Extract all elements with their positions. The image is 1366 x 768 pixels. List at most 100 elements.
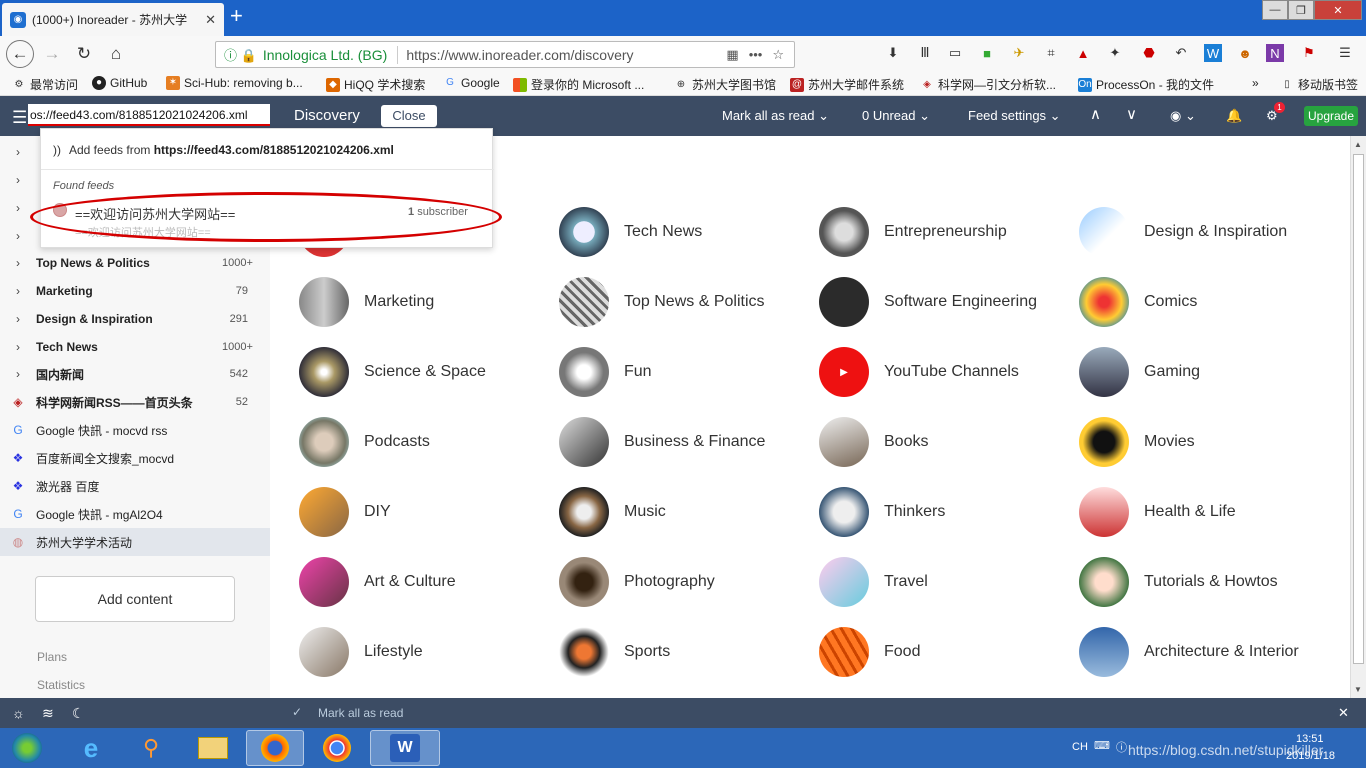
undo-icon[interactable]: ↶ bbox=[1172, 44, 1190, 62]
close-button[interactable]: Close bbox=[381, 105, 437, 127]
category-sports[interactable]: Sports bbox=[559, 627, 670, 677]
taskbar-explorer[interactable] bbox=[184, 730, 242, 766]
layout-icon[interactable]: ≋ bbox=[42, 705, 54, 722]
previous-article-icon[interactable]: ∧ bbox=[1090, 105, 1101, 123]
category-books[interactable]: Books bbox=[819, 417, 928, 467]
download-icon[interactable]: ⬇ bbox=[884, 44, 902, 62]
sidebar-item-google-mgal2o4[interactable]: G Google 快訊 - mgAl2O4 bbox=[0, 500, 270, 528]
category-entrepreneurship[interactable]: Entrepreneurship bbox=[819, 207, 1007, 257]
word-extension-icon[interactable]: W bbox=[1204, 44, 1222, 62]
scrollbar-thumb[interactable] bbox=[1353, 154, 1364, 664]
taskbar-chrome[interactable] bbox=[308, 730, 366, 766]
category-photography[interactable]: Photography bbox=[559, 557, 715, 607]
sidebar-item-baidu-mocvd[interactable]: ❖ 百度新闻全文搜索_mocvd bbox=[0, 444, 270, 472]
url-text[interactable]: https://www.inoreader.com/discovery bbox=[406, 47, 726, 63]
crop-icon[interactable]: ⌗ bbox=[1042, 44, 1060, 62]
keyboard-icon[interactable]: ⌨ bbox=[1094, 739, 1110, 752]
menu-icon[interactable]: ☰ bbox=[1336, 44, 1354, 62]
plans-link[interactable]: Plans bbox=[37, 650, 67, 664]
category-science-space[interactable]: Science & Space bbox=[299, 347, 486, 397]
taskbar-word[interactable]: W bbox=[370, 730, 440, 766]
taskbar-search[interactable]: ⚲ bbox=[122, 730, 180, 766]
onenote-icon[interactable]: N bbox=[1266, 44, 1284, 62]
bookmark-hiqq[interactable]: ◆ HiQQ 学术搜索 bbox=[326, 76, 425, 93]
notifications-bell-icon[interactable]: 🔔 bbox=[1226, 108, 1242, 124]
bookmarks-overflow[interactable]: » bbox=[1252, 76, 1259, 90]
scroll-down-arrow-icon[interactable]: ▼ bbox=[1354, 685, 1362, 694]
category-business[interactable]: Business & Finance bbox=[559, 417, 765, 467]
category-top-news[interactable]: Top News & Politics bbox=[559, 277, 765, 327]
next-article-icon[interactable]: ∨ bbox=[1126, 105, 1137, 123]
library-icon[interactable]: Ⅲ bbox=[916, 44, 934, 62]
bookmark-processon[interactable]: On ProcessOn - 我的文件 bbox=[1078, 76, 1214, 93]
category-comics[interactable]: Comics bbox=[1079, 277, 1197, 327]
unread-dropdown[interactable]: 0 Unread ⌄ bbox=[862, 108, 930, 124]
mark-all-read-dropdown[interactable]: Mark all as read ⌄ bbox=[722, 108, 829, 124]
bookmark-github[interactable]: ● GitHub bbox=[92, 76, 147, 90]
clock-date[interactable]: 2019/1/18 bbox=[1286, 750, 1335, 762]
new-tab-button[interactable]: + bbox=[230, 5, 243, 27]
extension-green-icon[interactable]: ■ bbox=[978, 44, 996, 62]
category-travel[interactable]: Travel bbox=[819, 557, 928, 607]
sidebar-item-sciencenet[interactable]: ◈ 科学网新闻RSS——首页头条 52 bbox=[0, 388, 270, 416]
bookmark-microsoft[interactable]: 登录你的 Microsoft ... bbox=[513, 76, 644, 93]
category-gaming[interactable]: Gaming bbox=[1079, 347, 1200, 397]
pdf-icon[interactable]: ▲ bbox=[1074, 44, 1092, 62]
feed-settings-dropdown[interactable]: Feed settings ⌄ bbox=[968, 108, 1061, 124]
sidebar-item-marketing[interactable]: › Marketing 79 bbox=[0, 277, 270, 305]
evernote-icon[interactable]: ✦ bbox=[1106, 44, 1124, 62]
category-podcasts[interactable]: Podcasts bbox=[299, 417, 430, 467]
bookmark-google[interactable]: G Google bbox=[443, 76, 500, 90]
maximize-button[interactable]: ❐ bbox=[1288, 0, 1314, 20]
sidebar-item-tech-news[interactable]: › Tech News 1000+ bbox=[0, 333, 270, 361]
reload-button[interactable]: ↻ bbox=[70, 40, 98, 68]
category-food[interactable]: Food bbox=[819, 627, 920, 677]
category-lifestyle[interactable]: Lifestyle bbox=[299, 627, 423, 677]
help-icon[interactable]: ⓘ bbox=[1116, 739, 1127, 755]
scroll-up-arrow-icon[interactable]: ▲ bbox=[1354, 140, 1362, 149]
footer-close-icon[interactable]: ✕ bbox=[1338, 705, 1349, 721]
back-button[interactable]: ← bbox=[6, 40, 34, 68]
add-content-button[interactable]: Add content bbox=[35, 576, 235, 622]
category-movies[interactable]: Movies bbox=[1079, 417, 1195, 467]
tab-close-icon[interactable]: ✕ bbox=[205, 12, 216, 28]
clock-time[interactable]: 13:51 bbox=[1296, 733, 1324, 745]
sun-icon[interactable]: ☼ bbox=[12, 705, 25, 721]
sidebar-item-google-mocvd[interactable]: G Google 快訊 - mocvd rss bbox=[0, 416, 270, 444]
home-button[interactable]: ⌂ bbox=[102, 40, 130, 68]
bookmark-star-icon[interactable]: ☆ bbox=[772, 47, 784, 63]
category-thinkers[interactable]: Thinkers bbox=[819, 487, 945, 537]
taskbar-ie[interactable]: e bbox=[62, 730, 120, 766]
browser-tab-inoreader[interactable]: ◉ (1000+) Inoreader - 苏州大学 ✕ bbox=[2, 3, 224, 36]
address-bar[interactable]: ⓘ 🔒 Innologica Ltd. (BG) https://www.ino… bbox=[215, 41, 795, 68]
bookmark-mail[interactable]: @ 苏州大学邮件系统 bbox=[790, 76, 904, 93]
monkey-icon[interactable]: ☻ bbox=[1236, 44, 1254, 62]
category-youtube[interactable]: ▶ YouTube Channels bbox=[819, 347, 1019, 397]
view-mode-eye-icon[interactable]: ◉ ⌄ bbox=[1170, 108, 1196, 124]
adblock-icon[interactable]: ⬣ bbox=[1140, 44, 1158, 62]
forward-button[interactable]: → bbox=[38, 40, 66, 68]
sidebar-item-suda-events[interactable]: ◍ 苏州大学学术活动 bbox=[0, 528, 270, 556]
category-tutorials[interactable]: Tutorials & Howtos bbox=[1079, 557, 1278, 607]
input-language[interactable]: CH bbox=[1072, 741, 1088, 753]
sidebar-item-laser-baidu[interactable]: ❖ 激光器 百度 bbox=[0, 472, 270, 500]
category-marketing[interactable]: Marketing bbox=[299, 277, 434, 327]
page-actions-icon[interactable]: ••• bbox=[749, 47, 763, 62]
bookmark-mobile[interactable]: ▯ 移动版书签 bbox=[1280, 76, 1358, 93]
window-close-button[interactable]: ✕ bbox=[1314, 0, 1362, 20]
category-tech-news[interactable]: Tech News bbox=[559, 207, 702, 257]
statistics-link[interactable]: Statistics bbox=[37, 678, 85, 692]
bookmark-scihub[interactable]: ✶ Sci-Hub: removing b... bbox=[166, 76, 303, 90]
category-architecture[interactable]: Architecture & Interior bbox=[1079, 627, 1299, 677]
category-health[interactable]: Health & Life bbox=[1079, 487, 1236, 537]
category-diy[interactable]: DIY bbox=[299, 487, 391, 537]
sidebar-item-design[interactable]: › Design & Inspiration 291 bbox=[0, 305, 270, 333]
category-software-engineering[interactable]: Software Engineering bbox=[819, 277, 1037, 327]
category-fun[interactable]: Fun bbox=[559, 347, 652, 397]
taskbar-firefox[interactable] bbox=[246, 730, 304, 766]
feed-url-input[interactable]: os://feed43.com/8188512021024206.xml bbox=[28, 104, 270, 126]
bookmark-sciencenet[interactable]: ◈ 科学网—引文分析软... bbox=[920, 76, 1056, 93]
upgrade-button[interactable]: Upgrade bbox=[1304, 106, 1358, 126]
moon-icon[interactable]: ☾ bbox=[72, 705, 85, 722]
footer-mark-all-read[interactable]: Mark all as read bbox=[318, 706, 403, 720]
